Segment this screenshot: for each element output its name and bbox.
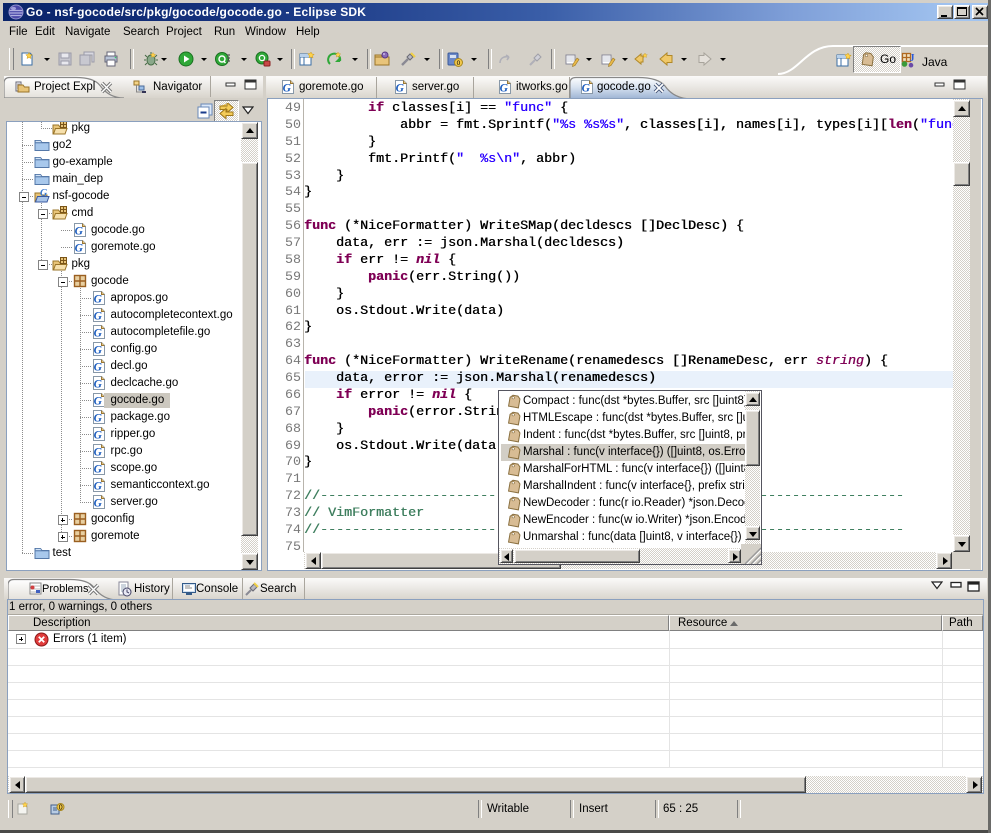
svg-text:0: 0: [457, 60, 461, 67]
svg-text:0: 0: [59, 805, 63, 812]
svg-text:J: J: [910, 53, 915, 64]
